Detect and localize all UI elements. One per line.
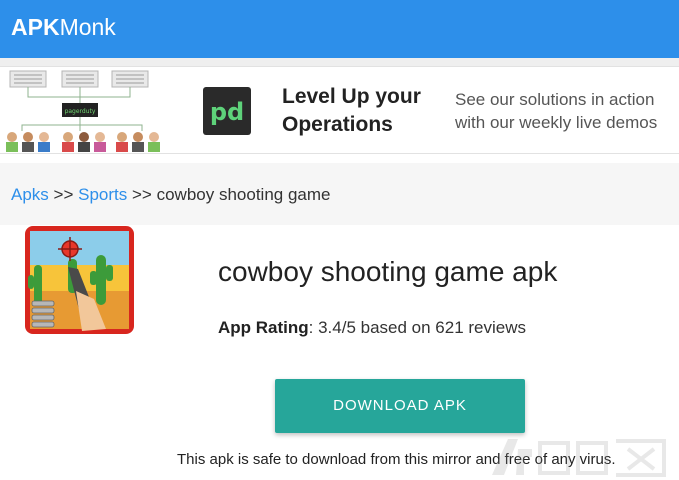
ad-divider bbox=[0, 58, 679, 66]
pagerduty-logo-icon: pd bbox=[203, 87, 251, 135]
breadcrumb-separator: >> bbox=[132, 185, 152, 204]
rating-label: App Rating bbox=[218, 318, 309, 337]
page-title: cowboy shooting game apk bbox=[218, 256, 558, 287]
breadcrumb: Apks >> Sports >> cowboy shooting game bbox=[11, 185, 330, 205]
breadcrumb-bar: Apks >> Sports >> cowboy shooting game bbox=[0, 163, 679, 225]
app-icon bbox=[25, 226, 134, 334]
breadcrumb-link-apks[interactable]: Apks bbox=[11, 185, 49, 204]
download-apk-button[interactable]: DOWNLOAD APK bbox=[275, 379, 525, 433]
ad-illustration: pagerduty bbox=[6, 70, 160, 152]
rating-value: : 3.4/5 based on 621 reviews bbox=[308, 318, 527, 337]
site-logo[interactable]: APKMonk bbox=[11, 14, 116, 40]
breadcrumb-current: cowboy shooting game bbox=[156, 185, 331, 204]
svg-text:pagerduty: pagerduty bbox=[65, 108, 96, 115]
app-rating: App Rating: 3.4/5 based on 621 reviews bbox=[218, 318, 526, 338]
brand-rest: Monk bbox=[59, 14, 116, 40]
ad-banner[interactable]: pagerduty pd Level Up your Operations Se… bbox=[0, 66, 679, 154]
brand-bold: APK bbox=[11, 14, 60, 40]
breadcrumb-link-sports[interactable]: Sports bbox=[78, 185, 127, 204]
ad-headline: Level Up your Operations bbox=[282, 85, 421, 136]
breadcrumb-separator: >> bbox=[53, 185, 74, 204]
top-app-bar: APKMonk bbox=[0, 0, 679, 58]
ad-subtext: See our solutions in action with our wee… bbox=[455, 90, 658, 132]
watermark-logo-icon bbox=[492, 439, 666, 477]
svg-text:pd: pd bbox=[210, 98, 244, 126]
